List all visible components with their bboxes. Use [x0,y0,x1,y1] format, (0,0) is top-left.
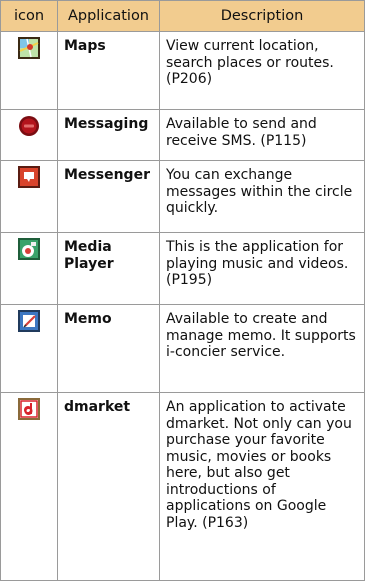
header-description: Description [159,0,365,32]
app-description: Available to create and manage memo. It … [159,304,365,393]
table-row: Messenger You can exchange messages with… [0,160,365,233]
icon-cell [0,109,58,161]
icon-cell [0,392,58,581]
app-name: Messaging [57,109,160,161]
app-description: View current location, search places or … [159,31,365,110]
media-player-icon [18,238,40,260]
memo-icon [18,310,40,332]
maps-icon [18,37,40,59]
app-name: Memo [57,304,160,393]
table-row: Messaging Available to send and receive … [0,109,365,161]
app-description: You can exchange messages within the cir… [159,160,365,233]
app-name: dmarket [57,392,160,581]
icon-cell [0,160,58,233]
icon-cell [0,31,58,110]
table-row: Memo Available to create and manage memo… [0,304,365,393]
table-row: Maps View current location, search place… [0,31,365,110]
icon-cell [0,232,58,305]
icon-cell [0,304,58,393]
app-name: Maps [57,31,160,110]
messenger-icon [18,166,40,188]
header-application: Application [57,0,160,32]
dmarket-icon [18,398,40,420]
table-row: Media Player This is the application for… [0,232,365,305]
messaging-icon [18,115,40,137]
app-description: An application to activate dmarket. Not … [159,392,365,581]
header-icon: icon [0,0,58,32]
app-name: Media Player [57,232,160,305]
app-name: Messenger [57,160,160,233]
app-description: Available to send and receive SMS. (P115… [159,109,365,161]
table-header-row: icon Application Description [0,0,365,32]
table-row: dmarket An application to activate dmark… [0,392,365,581]
app-description: This is the application for playing musi… [159,232,365,305]
applications-table: icon Application Description Maps View c… [0,0,365,581]
